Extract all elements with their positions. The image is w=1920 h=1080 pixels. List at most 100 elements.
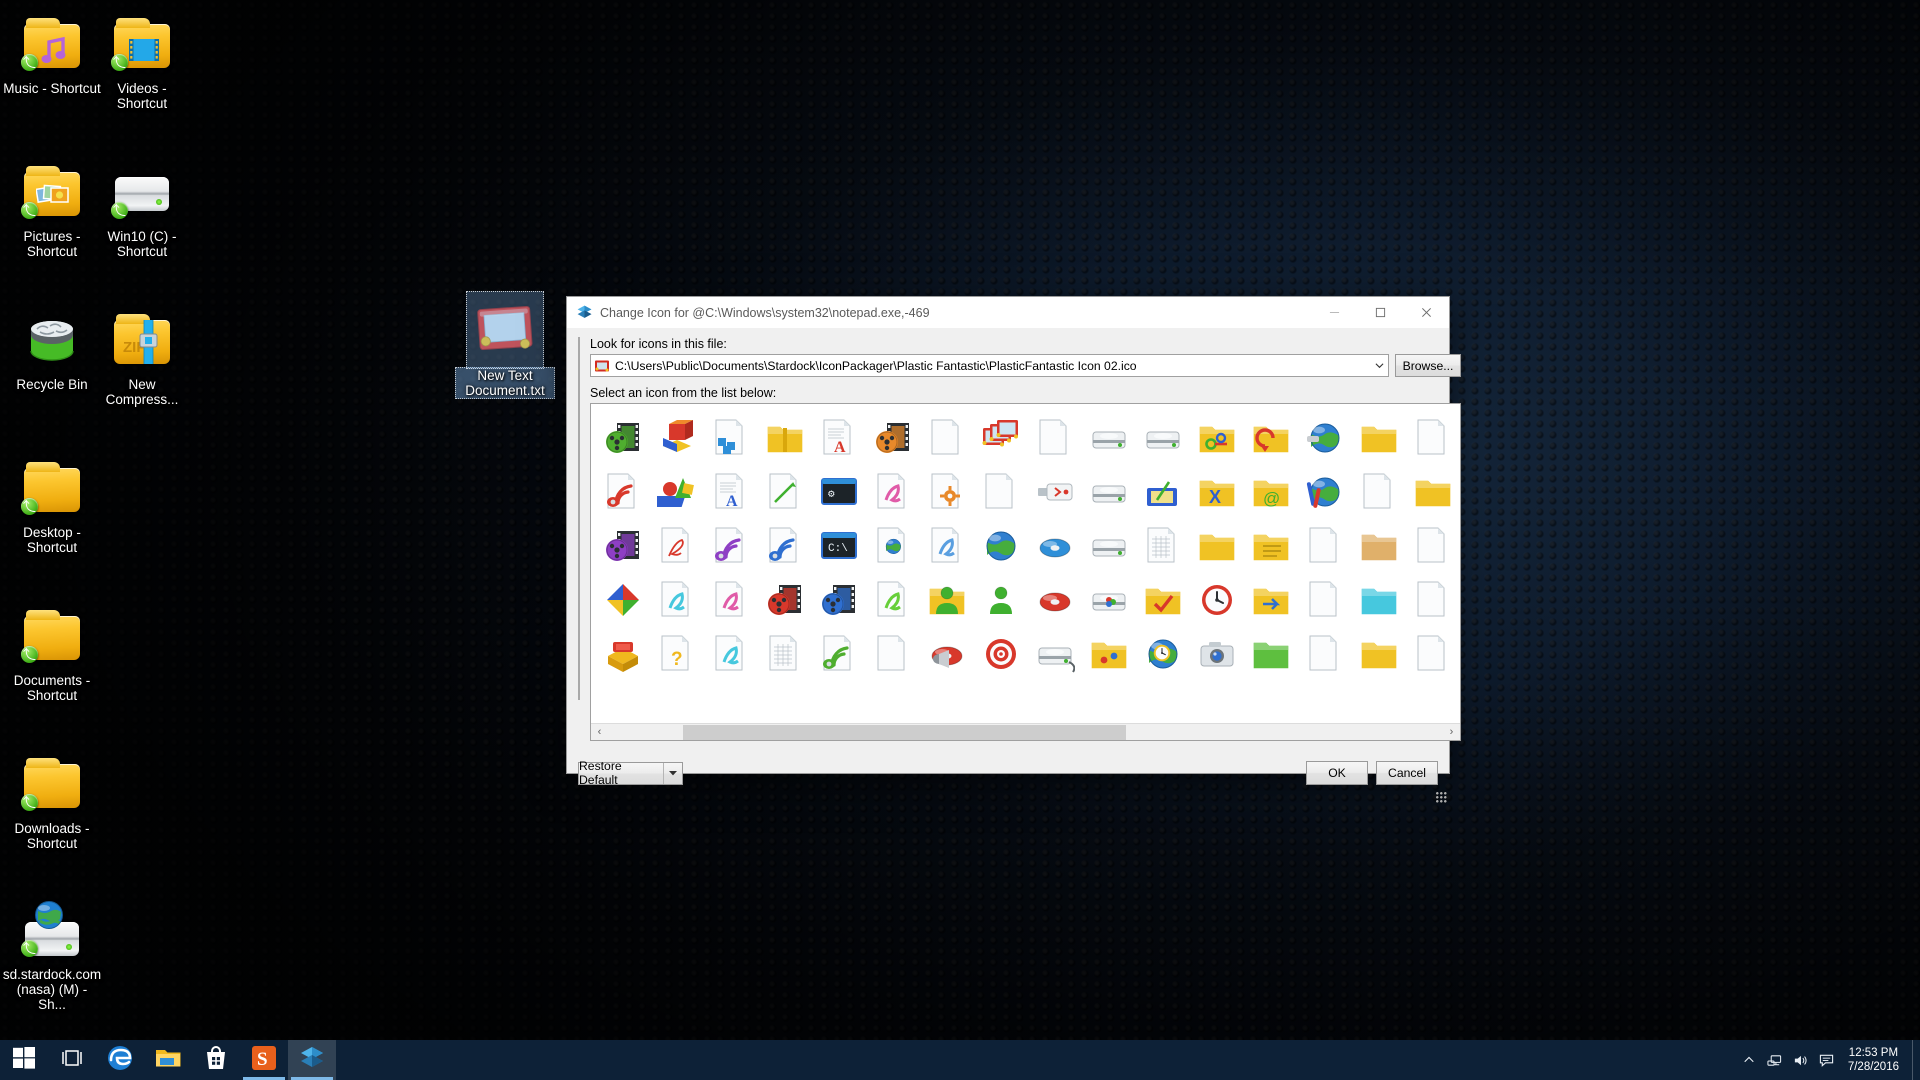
desktop-icon[interactable]: Pictures - Shortcut [2,160,102,259]
icon-package-item[interactable]: Cosmos [579,449,580,471]
icon-grid-container[interactable]: AA⚙X@C:\? ‹ › [590,403,1461,741]
desktop-icon[interactable]: sd.stardock.com (nasa) (M) - Sh... [2,898,102,1012]
taskbar-task-view-button[interactable] [48,1040,96,1080]
icon-grid-cell[interactable] [974,627,1028,681]
icon-grid-cell[interactable] [1028,573,1082,627]
icon-grid-cell[interactable] [1028,465,1082,519]
desktop-icon[interactable]: ZIPNew Compress... [92,308,192,407]
resize-grip[interactable] [1436,792,1447,803]
icon-grid-cell[interactable] [866,573,920,627]
icon-grid-cell[interactable] [1352,573,1406,627]
cancel-button[interactable]: Cancel [1376,761,1438,785]
icon-grid-cell[interactable] [1298,411,1352,465]
icon-grid-cell[interactable] [1352,519,1406,573]
taskbar-start-button[interactable] [0,1040,48,1080]
icon-grid-cell[interactable] [1244,519,1298,573]
desktop-icon[interactable]: Downloads - Shortcut [2,752,102,851]
icon-grid-cell[interactable] [650,465,704,519]
icon-grid-cell[interactable] [1190,411,1244,465]
icon-grid-cell[interactable] [974,411,1028,465]
icon-grid-cell[interactable] [704,411,758,465]
icon-grid-cell[interactable] [866,411,920,465]
icon-grid-cell[interactable] [1028,627,1082,681]
icon-grid-cell[interactable] [1352,465,1406,519]
dialog-titlebar[interactable]: Change Icon for @C:\Windows\system32\not… [567,297,1449,328]
icon-grid[interactable]: AA⚙X@C:\? [591,404,1460,723]
scroll-left-arrow-icon[interactable]: ‹ [591,724,608,741]
icon-grid-cell[interactable] [1136,519,1190,573]
icon-grid-cell[interactable] [704,573,758,627]
icon-grid-cell[interactable] [1406,519,1460,573]
icon-grid-cell[interactable] [920,627,974,681]
icon-grid-cell[interactable] [596,465,650,519]
icon-grid-cell[interactable] [812,573,866,627]
icon-grid-cell[interactable] [1244,573,1298,627]
icon-grid-cell[interactable] [596,627,650,681]
icon-grid-cell[interactable] [1028,519,1082,573]
icon-grid-cell[interactable] [920,573,974,627]
icon-grid-cell[interactable]: ⚙ [812,465,866,519]
icon-grid-cell[interactable] [1082,519,1136,573]
icon-grid-cell[interactable] [758,411,812,465]
network-icon[interactable] [1762,1040,1788,1080]
icon-grid-cell[interactable] [1028,411,1082,465]
icon-grid-cell[interactable] [1082,465,1136,519]
icon-grid-cell[interactable] [920,519,974,573]
icon-grid-cell[interactable] [1352,627,1406,681]
desktop-icon[interactable]: Win10 (C) - Shortcut [92,160,192,259]
icon-grid-cell[interactable] [1136,465,1190,519]
icon-package-item[interactable]: Flash Live [579,515,580,537]
restore-default-split-button[interactable]: Restore Default [578,762,683,785]
show-hidden-icons-icon[interactable] [1736,1040,1762,1080]
close-button[interactable] [1403,298,1449,328]
icon-grid-cell[interactable] [758,519,812,573]
taskbar-iconpackager-button[interactable] [288,1040,336,1080]
icon-grid-cell[interactable] [1136,411,1190,465]
icon-grid-cell[interactable] [1082,411,1136,465]
icon-grid-cell[interactable] [1190,519,1244,573]
icon-grid-cell[interactable]: A [812,411,866,465]
icon-grid-cell[interactable] [1352,411,1406,465]
icon-grid-cell[interactable] [866,519,920,573]
icon-grid-cell[interactable] [974,573,1028,627]
icon-grid-cell[interactable] [974,519,1028,573]
icon-grid-cell[interactable] [704,627,758,681]
icon-grid-cell[interactable] [650,519,704,573]
icon-grid-cell[interactable] [650,573,704,627]
icon-package-list[interactable]: BrowseRecent IconsSimilar IconsLive Fold… [578,337,580,700]
desktop-icon[interactable]: Videos - Shortcut [92,12,192,111]
minimize-button[interactable] [1311,298,1357,328]
icon-grid-cell[interactable] [1298,465,1352,519]
system-tray[interactable]: 12:53 PM 7/28/2016 [1736,1040,1920,1080]
restore-default-dropdown-icon[interactable] [663,763,682,784]
maximize-button[interactable] [1357,298,1403,328]
icon-package-item[interactable]: PlasticFantastic [579,559,580,581]
icon-grid-cell[interactable] [1190,627,1244,681]
show-desktop-button[interactable] [1912,1040,1920,1080]
icon-grid-cell[interactable] [758,627,812,681]
desktop-icon[interactable]: Recycle Bin [2,308,102,392]
icon-grid-cell[interactable] [1298,573,1352,627]
chevron-down-icon[interactable] [1371,355,1388,376]
icon-grid-cell[interactable] [1082,627,1136,681]
browse-button[interactable]: Browse... [1395,354,1461,377]
icon-grid-cell[interactable] [1298,519,1352,573]
icon-package-item[interactable]: Camouflage [579,427,580,449]
ok-button[interactable]: OK [1306,761,1368,785]
action-center-icon[interactable] [1814,1040,1840,1080]
icon-package-item[interactable]: Dragon [579,493,580,515]
scrollbar-track[interactable] [608,724,1443,741]
icon-package-item[interactable]: Delta [579,471,580,493]
icon-file-path-combobox[interactable]: C:\Users\Public\Documents\Stardock\IconP… [590,354,1389,377]
icon-package-item[interactable]: Plump [579,581,580,603]
icon-grid-cell[interactable] [920,411,974,465]
icon-grid-cell[interactable]: A [704,465,758,519]
icon-grid-cell[interactable] [1406,573,1460,627]
icon-grid-cell[interactable] [812,627,866,681]
icon-grid-cell[interactable] [1190,573,1244,627]
icon-grid-cell[interactable] [596,573,650,627]
taskbar-edge-button[interactable] [96,1040,144,1080]
icon-grid-cell[interactable]: ? [650,627,704,681]
icon-grid-cell[interactable] [1406,465,1460,519]
icon-grid-cell[interactable] [1136,627,1190,681]
